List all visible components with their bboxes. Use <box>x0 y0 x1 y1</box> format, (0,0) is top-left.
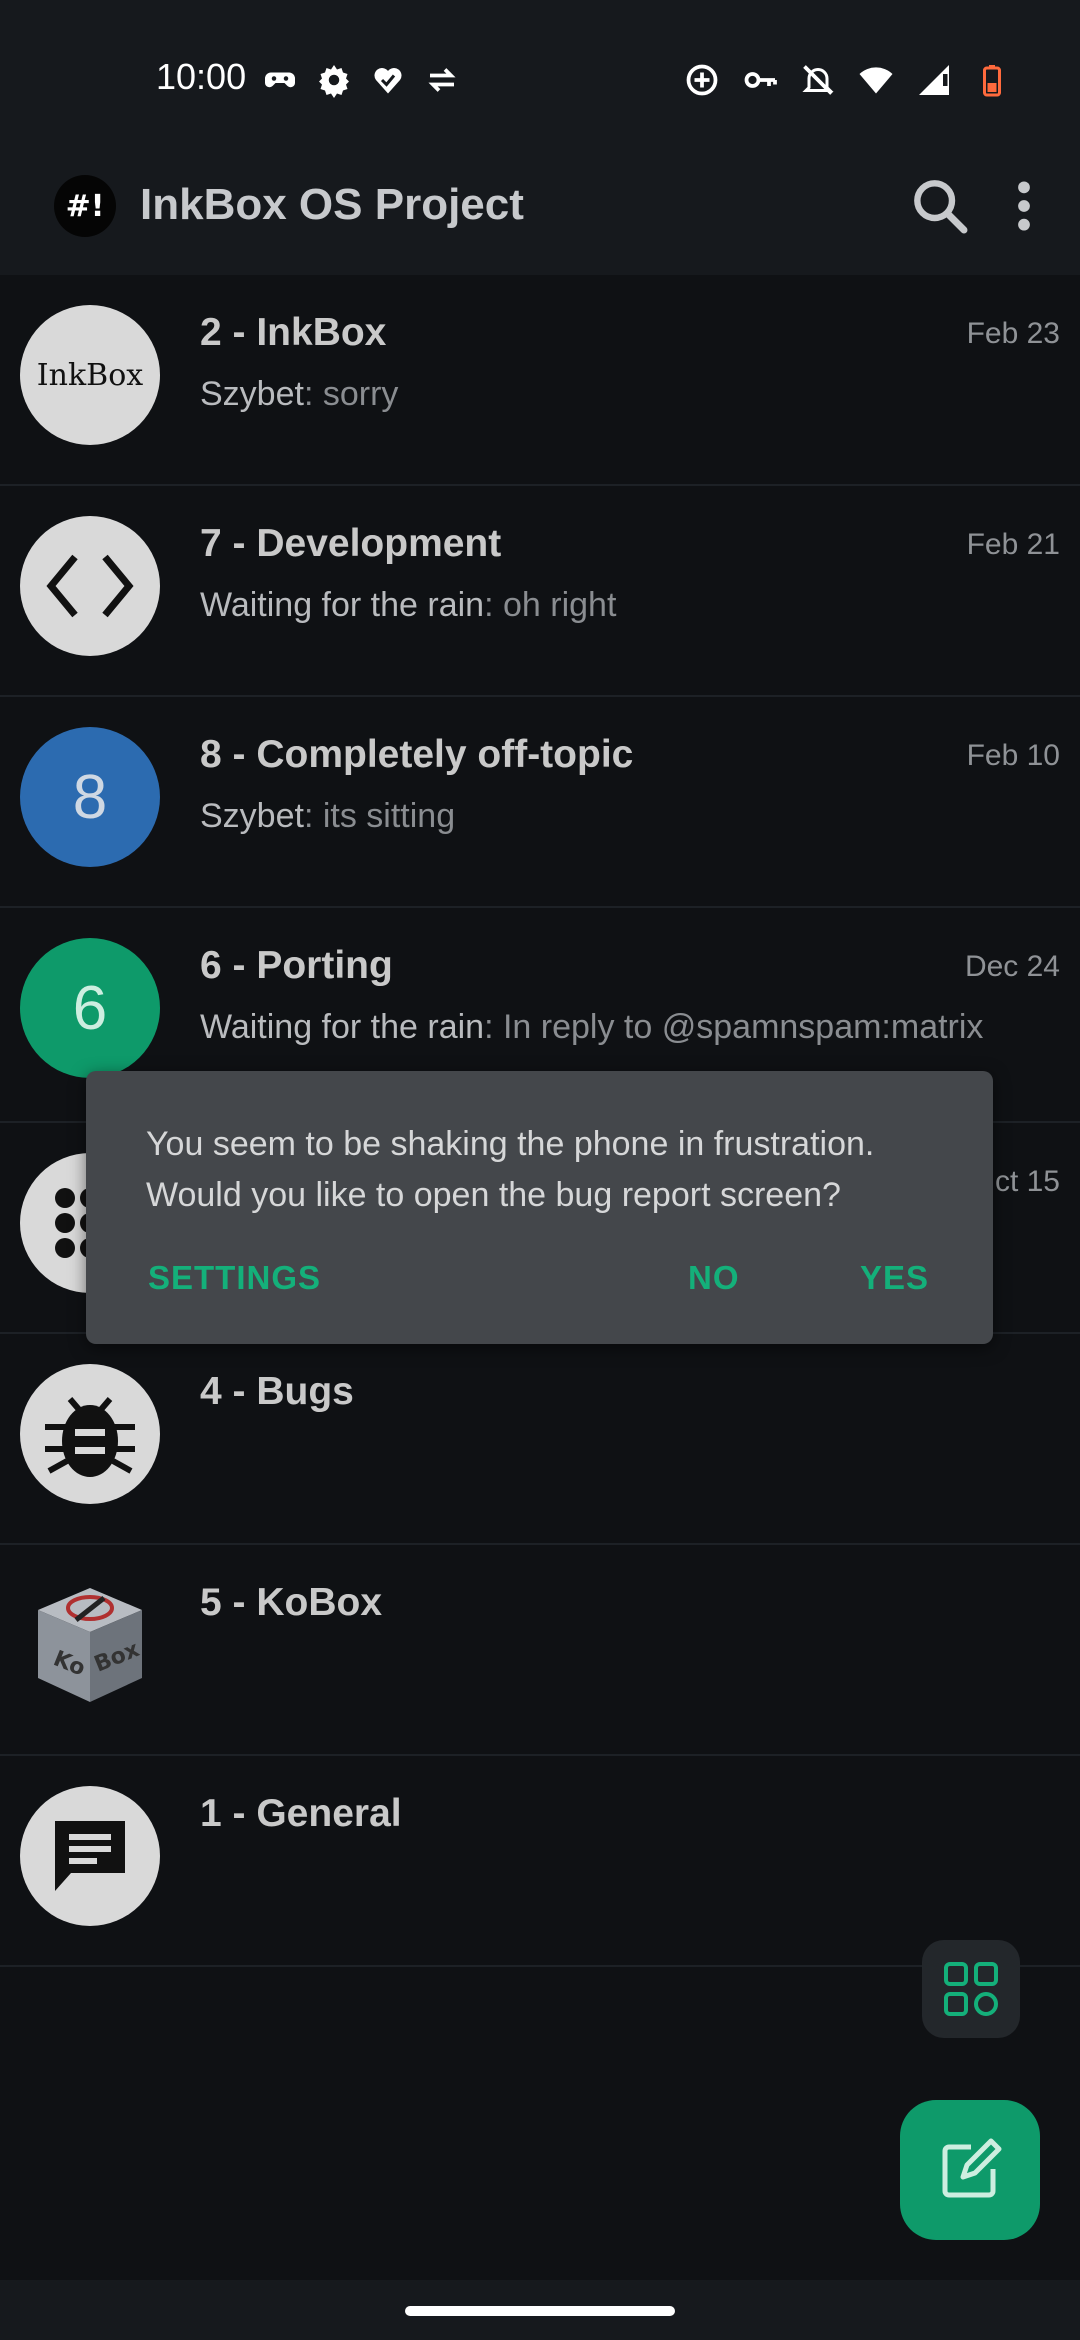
room-name: 5 - KoBox <box>200 1581 383 1624</box>
room-name: 2 - InkBox <box>200 311 387 354</box>
kobox-cube-icon: Ko Box <box>38 1588 143 1702</box>
room-name: 1 - General <box>200 1792 402 1835</box>
compose-button[interactable] <box>900 2100 1040 2240</box>
avatar-text: 6 <box>72 973 108 1043</box>
notifications-off-icon <box>802 65 834 95</box>
battery-low-icon <box>983 65 1001 97</box>
room-avatar-general <box>20 1786 160 1926</box>
edit-compose-icon <box>942 2138 1002 2198</box>
room-name: 8 - Completely off-topic <box>200 733 634 776</box>
preview-message: : its sitting <box>303 797 456 835</box>
no-button[interactable]: NO <box>688 1259 740 1297</box>
room-avatar-porting: 6 <box>20 938 160 1078</box>
room-date: Dec 24 <box>964 950 1060 983</box>
bug-report-dialog: You seem to be shaking the phone in frus… <box>86 1071 993 1344</box>
room-date: Feb 23 <box>966 317 1060 350</box>
avatar-text: InkBox <box>36 357 144 393</box>
gear-icon <box>319 65 349 98</box>
search-icon[interactable] <box>908 174 972 238</box>
room-date: Feb 21 <box>966 528 1060 561</box>
preview-message: : In reply to @spamnspam:matrix <box>484 1008 984 1046</box>
preview-message: : sorry <box>303 375 399 413</box>
dialog-line-2: Would you like to open the bug report sc… <box>146 1176 841 1214</box>
room-preview: Szybet: sorry <box>200 375 1020 414</box>
room-name: 4 - Bugs <box>200 1370 354 1413</box>
status-bar: 10:00 <box>0 0 1080 160</box>
wifi-icon <box>859 67 893 94</box>
room-name: 7 - Development <box>200 522 502 565</box>
data-transfer-icon <box>428 68 456 92</box>
bug-icon <box>45 1397 135 1477</box>
home-indicator[interactable] <box>405 2306 675 2316</box>
room-avatar-development <box>20 516 160 656</box>
room-avatar-off-topic: 8 <box>20 727 160 867</box>
app-bar: #! InkBox OS Project <box>0 160 1080 275</box>
chat-bubble-icon <box>55 1821 125 1891</box>
preview-sender: Waiting for the rain <box>200 586 485 624</box>
room-avatar-inkbox: InkBox <box>20 305 160 445</box>
room-item-general[interactable]: 1 - General <box>0 1756 1080 1967</box>
preview-sender: Szybet <box>200 797 304 835</box>
room-item-off-topic[interactable]: 8 8 - Completely off-topic Feb 10 Szybet… <box>0 697 1080 908</box>
room-item-kobox[interactable]: Ko Box 5 - KoBox <box>0 1545 1080 1756</box>
room-date: ct 15 <box>994 1165 1060 1198</box>
code-brackets-icon <box>46 554 134 618</box>
vpn-key-icon <box>744 72 777 88</box>
status-right-icons <box>684 60 1010 100</box>
room-item-development[interactable]: 7 - Development Feb 21 Waiting for the r… <box>0 486 1080 697</box>
dialog-line-1: You seem to be shaking the phone in frus… <box>146 1125 875 1163</box>
preview-sender: Waiting for the rain <box>200 1008 485 1046</box>
signal-icon <box>919 65 949 95</box>
status-time: 10:00 <box>156 56 247 97</box>
preview-message: : oh right <box>484 586 617 624</box>
game-controller-icon <box>265 72 295 88</box>
settings-button[interactable]: SETTINGS <box>148 1259 321 1297</box>
more-options-icon[interactable] <box>1004 174 1044 238</box>
add-circle-icon <box>686 64 718 96</box>
room-preview: Szybet: its sitting <box>200 797 1020 836</box>
avatar-text: 8 <box>72 762 108 832</box>
room-preview: Waiting for the rain: oh right <box>200 586 1020 625</box>
preview-sender: Szybet <box>200 375 304 413</box>
status-left-icons <box>262 60 460 100</box>
system-nav-bar <box>0 2280 1080 2340</box>
apps-grid-icon <box>944 1962 998 2016</box>
dialog-message: You seem to be shaking the phone in frus… <box>146 1119 946 1221</box>
heart-check-icon <box>374 68 402 94</box>
room-avatar-bugs <box>20 1364 160 1504</box>
page-title: InkBox OS Project <box>140 180 524 229</box>
yes-button[interactable]: YES <box>860 1259 929 1297</box>
room-avatar-kobox: Ko Box <box>20 1575 160 1715</box>
room-preview: Waiting for the rain: In reply to @spamn… <box>200 1008 1020 1047</box>
room-item-bugs[interactable]: 4 - Bugs <box>0 1334 1080 1545</box>
room-item-inkbox[interactable]: InkBox 2 - InkBox Feb 23 Szybet: sorry <box>0 275 1080 486</box>
room-date: Feb 10 <box>966 739 1060 772</box>
room-name: 6 - Porting <box>200 944 393 987</box>
space-avatar[interactable]: #! <box>54 175 116 237</box>
spaces-button[interactable] <box>922 1940 1020 2038</box>
